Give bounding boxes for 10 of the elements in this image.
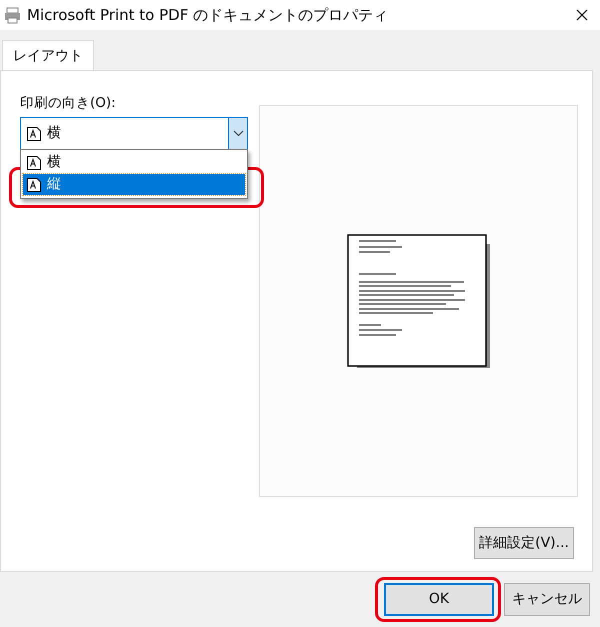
ok-button[interactable]: OK	[384, 583, 494, 616]
cancel-button[interactable]: キャンセル	[504, 583, 590, 616]
advanced-button[interactable]: 詳細設定(V)...	[474, 527, 574, 559]
orientation-dropdown[interactable]: 横	[20, 117, 248, 150]
field-label: 印刷の向き(O):	[20, 94, 116, 113]
dropdown-value: 横	[47, 124, 61, 144]
tab[interactable]: レイアウト	[2, 40, 94, 71]
dropdown-option[interactable]: 縦	[23, 174, 245, 195]
window-title: Microsoft Print to PDF のドキュメントのプロパティ	[27, 4, 388, 26]
dropdown-option[interactable]: 横	[23, 152, 245, 173]
